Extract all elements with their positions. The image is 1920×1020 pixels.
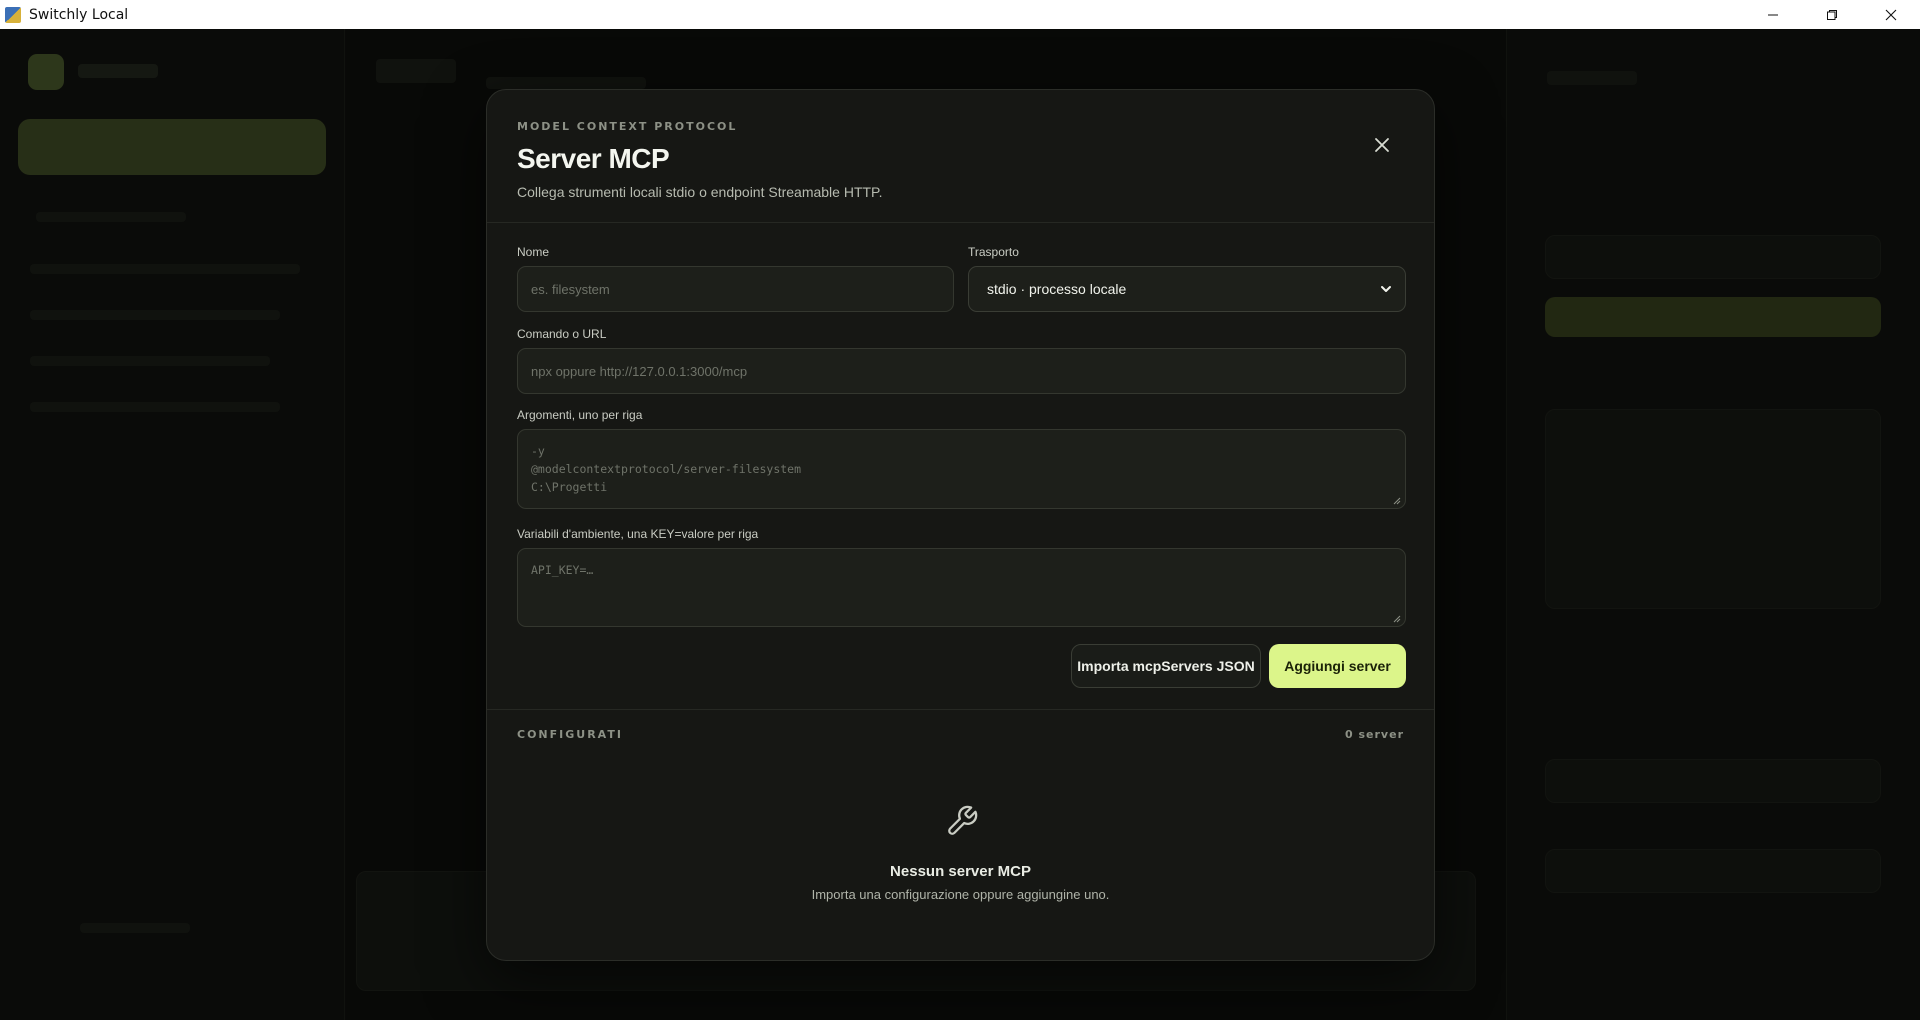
transport-label: Trasporto: [968, 245, 1019, 259]
server-count: 0 server: [1345, 728, 1404, 741]
empty-state-text: Importa una configurazione oppure aggiun…: [811, 887, 1110, 902]
dialog-eyebrow: MODEL CONTEXT PROTOCOL: [517, 120, 738, 133]
close-window-icon: [1885, 9, 1896, 20]
window-titlebar: Switchly Local: [0, 0, 1920, 29]
wrench-icon: [948, 805, 978, 835]
mcp-server-dialog: MODEL CONTEXT PROTOCOL Server MCP Colleg…: [486, 89, 1435, 961]
transport-value: stdio · processo locale: [987, 281, 1127, 297]
window-controls: [1743, 0, 1920, 29]
name-label: Nome: [517, 245, 550, 259]
command-label: Comando o URL: [517, 327, 607, 341]
minimize-icon: [1767, 14, 1778, 15]
restore-icon: [1826, 9, 1837, 20]
close-dialog-button[interactable]: [1367, 130, 1397, 160]
resize-grip-icon[interactable]: [1393, 615, 1401, 623]
add-server-button[interactable]: Aggiungi server: [1269, 644, 1406, 688]
app-icon: [5, 6, 21, 23]
chevron-down-icon: [1381, 286, 1391, 292]
window-title: Switchly Local: [29, 6, 129, 23]
resize-grip-icon[interactable]: [1393, 497, 1401, 505]
configured-title: CONFIGURATI: [517, 728, 623, 741]
transport-select[interactable]: stdio · processo locale: [968, 266, 1406, 312]
dialog-header: MODEL CONTEXT PROTOCOL Server MCP Colleg…: [487, 90, 1434, 223]
dialog-title: Server MCP: [517, 143, 670, 174]
command-input[interactable]: [517, 348, 1406, 394]
dialog-subtitle: Collega strumenti locali stdio o endpoin…: [517, 184, 883, 200]
close-icon: [1375, 138, 1389, 152]
empty-state-title: Nessun server MCP: [890, 863, 1031, 880]
env-textarea[interactable]: [517, 548, 1406, 627]
name-input[interactable]: [517, 266, 954, 312]
env-label: Variabili d'ambiente, una KEY=valore per…: [517, 527, 759, 541]
args-textarea[interactable]: [517, 429, 1406, 509]
section-divider: [487, 709, 1434, 710]
import-json-button[interactable]: Importa mcpServers JSON: [1071, 644, 1261, 688]
minimize-button[interactable]: [1743, 0, 1802, 29]
args-label: Argomenti, uno per riga: [517, 408, 643, 422]
restore-button[interactable]: [1802, 0, 1861, 29]
close-window-button[interactable]: [1861, 0, 1920, 29]
